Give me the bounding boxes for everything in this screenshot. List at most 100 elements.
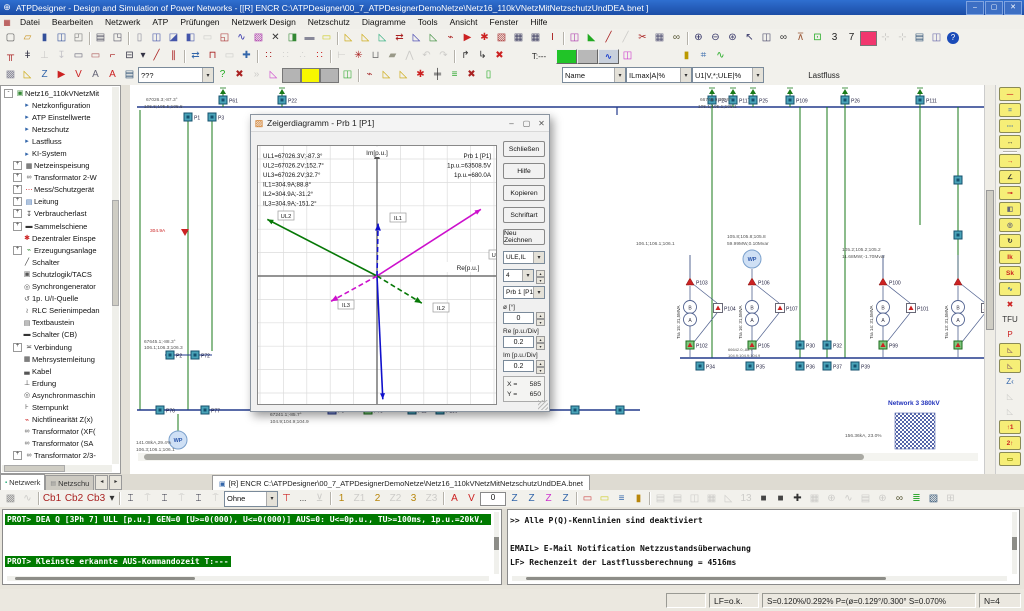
- network-node-p77[interactable]: P77: [201, 406, 220, 415]
- help-run-icon[interactable]: ?: [214, 67, 231, 84]
- fault-type-combo[interactable]: Ohne▾: [224, 491, 278, 507]
- phase-triangle-icon[interactable]: ◺: [265, 67, 282, 84]
- menu-item-bearbeiten[interactable]: Bearbeiten: [46, 17, 99, 27]
- plot-axes-icon[interactable]: ◺: [408, 31, 425, 46]
- corner-icon[interactable]: ⌐: [104, 49, 121, 64]
- plot-small2-icon[interactable]: ◺: [395, 67, 412, 84]
- canvas-horizontal-scrollbar[interactable]: [138, 453, 978, 461]
- star-small-icon[interactable]: ✱: [412, 67, 429, 84]
- menu-item-tools[interactable]: Tools: [412, 17, 444, 27]
- network-node-p72[interactable]: P72: [191, 351, 210, 360]
- tree-item-atp-einstellwerte[interactable]: ▸ATP Einstellwerte: [2, 111, 112, 123]
- eye-icon[interactable]: ◎: [999, 218, 1021, 232]
- tree-item-netzeinspeisung[interactable]: +▦Netzeinspeisung: [2, 160, 112, 172]
- z-no-icon[interactable]: Z: [506, 491, 523, 506]
- calendar-gray-icon[interactable]: ▦: [703, 491, 720, 506]
- re-div-field[interactable]: 0.2: [503, 336, 534, 348]
- tree-item-nichtlinearit-t-z-x[interactable]: ⌁Nichtlinearität Z(x): [2, 414, 112, 426]
- tree-item-netzkonfiguration[interactable]: ▸Netzkonfiguration: [2, 99, 112, 111]
- hourglass-icon[interactable]: ⊻: [311, 491, 328, 506]
- transformer-group[interactable]: BATra 13: 31,5MVA: [944, 255, 984, 357]
- network-node-p104[interactable]: P104: [714, 304, 736, 313]
- panel-icon[interactable]: ▮: [630, 491, 647, 506]
- maximize-button[interactable]: ▢: [985, 1, 1003, 15]
- copy-chart-icon[interactable]: ◫: [566, 31, 583, 46]
- winding1-gray-icon[interactable]: ⍑: [139, 491, 156, 506]
- console-left-hscrollbar[interactable]: [7, 576, 489, 581]
- x-small-icon[interactable]: ✖: [463, 67, 480, 84]
- battery-bulb-icon[interactable]: ▮: [678, 49, 695, 64]
- node-circle-icon[interactable]: ⊸: [999, 186, 1021, 200]
- curve-window-icon[interactable]: ∿: [233, 31, 250, 46]
- network-node-p106[interactable]: P106: [748, 278, 770, 287]
- tree-item-verbraucherlast[interactable]: +↧Verbraucherlast: [2, 208, 112, 220]
- pen-gray-icon[interactable]: ╱: [617, 31, 634, 46]
- link-gray-icon[interactable]: ⊞: [942, 491, 959, 506]
- dialog-title-bar[interactable]: ▨ Zeigerdiagramm - Prb 1 [P1] – ▢ ✕: [251, 115, 549, 132]
- impedance-icon[interactable]: Z: [36, 67, 53, 84]
- arrow-right-icon[interactable]: →: [999, 154, 1021, 168]
- document-tab[interactable]: ▣ [R] ENCR C:\ATPDesigner\00_7_ATPDesign…: [212, 475, 590, 491]
- breaker-icon[interactable]: ▭: [70, 49, 87, 64]
- pointer-tip-icon[interactable]: ⊼: [792, 31, 809, 46]
- zone3-icon[interactable]: 3: [405, 491, 422, 506]
- zf2-icon[interactable]: Z2: [386, 491, 405, 506]
- copy-pages-icon[interactable]: ◫: [928, 31, 945, 46]
- tree-item-verbindung[interactable]: +≍Verbindung: [2, 341, 112, 353]
- tools-icon[interactable]: ✕: [267, 31, 284, 46]
- tree-item-asynchronmaschin[interactable]: ◎Asynchronmaschin: [2, 389, 112, 401]
- line-dots-icon[interactable]: ⋯: [999, 119, 1021, 133]
- search-icon[interactable]: ∞: [775, 31, 792, 46]
- network-node[interactable]: [954, 341, 962, 349]
- angle-icon[interactable]: ∠: [999, 170, 1021, 184]
- skip-icon[interactable]: »: [248, 67, 265, 84]
- kopieren-button[interactable]: Kopieren: [503, 185, 545, 201]
- winding3-gray-icon[interactable]: ⍑: [207, 491, 224, 506]
- plot-l3-icon[interactable]: ◺: [374, 31, 391, 46]
- menu-item-atp[interactable]: ATP: [146, 17, 174, 27]
- export-gray-icon[interactable]: ▤: [857, 491, 874, 506]
- cb1-icon[interactable]: Cb1: [41, 491, 63, 506]
- square-black2-icon[interactable]: ■: [772, 491, 789, 506]
- wind-park-node[interactable]: WP: [743, 250, 761, 268]
- dialog-minimize-button[interactable]: –: [504, 119, 519, 128]
- tree-item-lastfluss[interactable]: ▸Lastfluss: [2, 135, 112, 147]
- tree-item-ki-system[interactable]: ▸KI-System: [2, 147, 112, 159]
- exit-icon[interactable]: ▯: [480, 67, 497, 84]
- phi-field[interactable]: 0: [503, 312, 534, 324]
- box-gray-icon[interactable]: ▭: [221, 49, 238, 64]
- zeigerdiagramm-dialog[interactable]: ▨ Zeigerdiagramm - Prb 1 [P1] – ▢ ✕ Im[p…: [250, 114, 550, 412]
- menu-item-pr-fungen[interactable]: Prüfungen: [174, 17, 225, 27]
- hilfe-button[interactable]: Hilfe: [503, 163, 545, 179]
- menu-item-ansicht[interactable]: Ansicht: [444, 17, 484, 27]
- ground-icon[interactable]: ⊥: [36, 49, 53, 64]
- voltage-no-icon[interactable]: V: [70, 67, 87, 84]
- shrink2-icon[interactable]: ⊹: [894, 31, 911, 46]
- pi-section-icon[interactable]: ⊓: [204, 49, 221, 64]
- target-gray-icon[interactable]: ⊕: [874, 491, 891, 506]
- grid-icon[interactable]: ▦: [651, 31, 668, 46]
- new-doc-icon[interactable]: ▯: [131, 31, 148, 46]
- tree-item-transformator-2-w[interactable]: +∞Transformator 2-W: [2, 172, 112, 184]
- zone2-icon[interactable]: 2: [369, 491, 386, 506]
- network-node-p76[interactable]: P76: [156, 406, 175, 415]
- line-draw-icon[interactable]: ╱: [148, 49, 165, 64]
- network-node-p39[interactable]: P39: [851, 362, 870, 371]
- combine-icon[interactable]: ✳: [350, 49, 367, 64]
- network-node-p35[interactable]: P35: [746, 362, 765, 371]
- network-node-p117[interactable]: P117: [729, 96, 751, 105]
- plot-l1-icon[interactable]: ◺: [340, 31, 357, 46]
- list-gray2-icon[interactable]: ▤: [669, 491, 686, 506]
- zoom-reset-icon[interactable]: ⊛: [724, 31, 741, 46]
- tree-horizontal-scrollbar[interactable]: [2, 465, 112, 472]
- tree-item-kabel[interactable]: ▃Kabel: [2, 365, 112, 377]
- external-network-symbol[interactable]: [895, 413, 935, 449]
- winding2-icon[interactable]: ⌶: [156, 491, 173, 506]
- network-node-p109[interactable]: P109: [786, 96, 808, 105]
- waveform-button[interactable]: ∿: [598, 49, 619, 64]
- close-button[interactable]: ✕: [1004, 1, 1022, 15]
- zone1-icon[interactable]: 1: [333, 491, 350, 506]
- swatch-gray2[interactable]: [320, 68, 339, 83]
- tree-item-sammelschiene[interactable]: +▬Sammelschiene: [2, 220, 112, 232]
- zoom-out-icon[interactable]: ⊖: [707, 31, 724, 46]
